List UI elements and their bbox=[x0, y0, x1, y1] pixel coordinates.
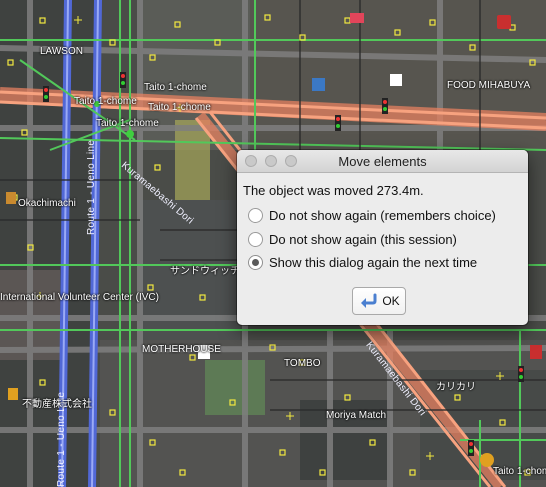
map-label-sandwich: サンドウィッチ bbox=[170, 266, 240, 277]
dialog-title: Move elements bbox=[338, 154, 427, 169]
option-label: Show this dialog again the next time bbox=[269, 254, 478, 270]
option-remember-choice[interactable]: Do not show again (remembers choice) bbox=[248, 206, 496, 224]
map-label-food-mihabuya: FOOD MIHABUYA bbox=[447, 80, 531, 91]
map-label-ivc: International Volunteer Center (IVC) bbox=[0, 292, 159, 303]
ok-button-label: OK bbox=[382, 294, 400, 308]
radio-button-selected[interactable] bbox=[248, 254, 263, 270]
map-label-okachimachi: Okachimachi bbox=[18, 198, 76, 209]
dialog-titlebar[interactable]: Move elements bbox=[237, 150, 528, 173]
map-label-moriya: Moriya Match bbox=[326, 410, 387, 421]
map-label-taito-3: Taito 1-chome bbox=[148, 102, 211, 113]
map-label-lawson: LAWSON bbox=[40, 46, 83, 57]
map-label-fudosan: 不動産株式会社 bbox=[22, 399, 92, 410]
map-label-taito-4: Taito 1-chome bbox=[96, 118, 159, 129]
radio-button[interactable] bbox=[248, 231, 263, 247]
option-this-session[interactable]: Do not show again (this session) bbox=[248, 230, 457, 248]
option-show-again[interactable]: Show this dialog again the next time bbox=[248, 253, 477, 271]
option-label: Do not show again (remembers choice) bbox=[269, 207, 496, 223]
map-label-tombo: TOMBO bbox=[284, 358, 321, 369]
map-label-taito-2: Taito 1-chome bbox=[74, 96, 137, 107]
dialog-message: The object was moved 273.4m. bbox=[243, 183, 424, 198]
move-elements-dialog: Move elements The object was moved 273.4… bbox=[237, 150, 528, 325]
road-label-route1: Route 1 - Ueno Line bbox=[86, 139, 97, 235]
radio-button[interactable] bbox=[248, 207, 263, 223]
map-label-taito-bottom: Taito 1-chome bbox=[493, 466, 546, 477]
map-label-karikari: カリカリ bbox=[436, 382, 476, 393]
option-label: Do not show again (this session) bbox=[269, 231, 457, 247]
ok-button[interactable]: OK bbox=[352, 287, 406, 315]
return-arrow-icon bbox=[361, 293, 377, 308]
map-label-taito-1: Taito 1-chome bbox=[144, 82, 207, 93]
map-label-motherhouse: MOTHERHOUSE bbox=[142, 344, 221, 355]
